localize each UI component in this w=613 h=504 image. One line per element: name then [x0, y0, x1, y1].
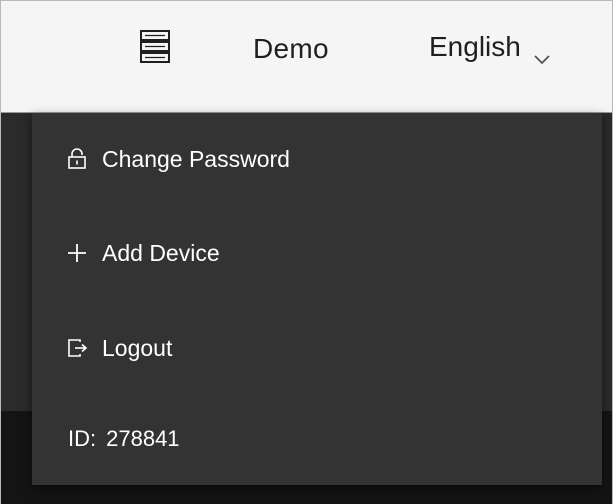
account-id-value: 278841 [106, 426, 180, 451]
account-id-label: ID: [68, 426, 97, 451]
top-bar: Demo English [1, 1, 612, 113]
logout-icon [66, 337, 88, 359]
change-password-menu-item[interactable]: Change Password [32, 129, 602, 189]
server-list-icon[interactable] [139, 29, 171, 65]
lock-icon [66, 148, 88, 170]
change-password-label: Change Password [102, 145, 290, 172]
app-window: Demo English Change Password Add Device … [0, 0, 613, 504]
add-device-menu-item[interactable]: Add Device [32, 223, 602, 283]
user-dropdown-menu: Change Password Add Device Logout ID: 27… [32, 113, 602, 485]
account-id: ID: 278841 [68, 409, 180, 469]
logout-menu-item[interactable]: Logout [32, 318, 602, 378]
language-label: English [429, 31, 521, 62]
user-name-menu[interactable]: Demo [253, 29, 329, 69]
add-device-label: Add Device [102, 239, 220, 266]
logout-label: Logout [102, 334, 173, 361]
chevron-down-icon [533, 41, 551, 65]
language-select[interactable]: English [429, 27, 551, 67]
plus-icon [66, 242, 88, 264]
user-name-label: Demo [253, 33, 329, 64]
